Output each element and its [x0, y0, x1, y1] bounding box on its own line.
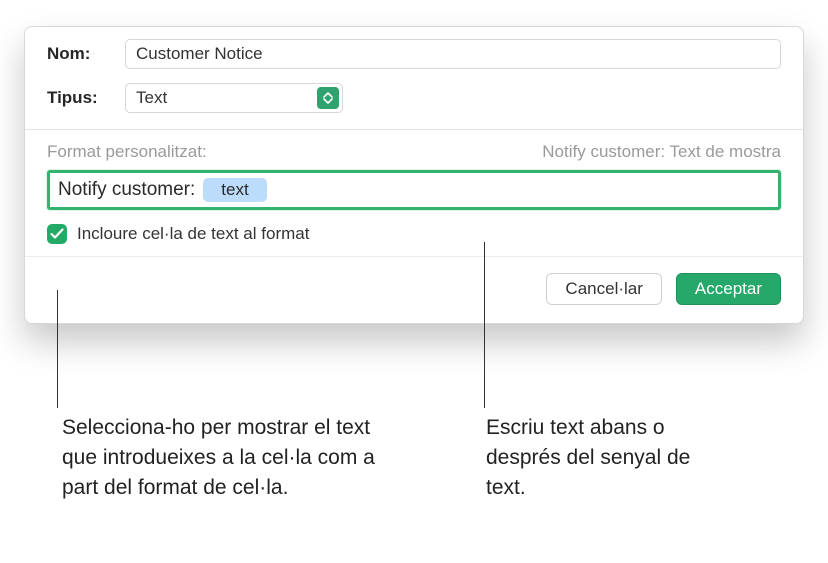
custom-format-dialog: Nom: Tipus: Text Format personalitzat: N…: [24, 26, 804, 324]
callout-line-right: [484, 242, 485, 408]
cancel-button[interactable]: Cancel·lar: [546, 273, 661, 305]
type-label: Tipus:: [47, 88, 125, 108]
callout-right-text: Escriu text abans o després del senyal d…: [486, 413, 726, 502]
checkmark-icon: [50, 228, 64, 240]
include-text-row: Incloure cel·la de text al format: [25, 210, 803, 256]
type-row: Tipus: Text: [25, 69, 803, 113]
name-label: Nom:: [47, 44, 125, 64]
type-select-value: Text: [136, 88, 167, 108]
callout-left-text: Selecciona-ho per mostrar el text que in…: [62, 413, 382, 502]
format-input[interactable]: Notify customer: text: [47, 170, 781, 210]
section-header: Format personalitzat: Notify customer: T…: [47, 142, 781, 162]
include-text-label: Incloure cel·la de text al format: [77, 224, 309, 244]
name-input[interactable]: [125, 39, 781, 69]
chevron-updown-icon: [317, 87, 339, 109]
accept-button[interactable]: Acceptar: [676, 273, 781, 305]
text-token[interactable]: text: [203, 178, 266, 202]
name-row: Nom:: [25, 27, 803, 69]
sample-text: Notify customer: Text de mostra: [542, 142, 781, 162]
include-text-checkbox[interactable]: [47, 224, 67, 244]
format-prefix-text: Notify customer:: [58, 179, 195, 201]
type-select[interactable]: Text: [125, 83, 343, 113]
custom-format-section: Format personalitzat: Notify customer: T…: [25, 130, 803, 210]
callout-line-left: [57, 290, 58, 408]
button-row: Cancel·lar Acceptar: [25, 256, 803, 315]
custom-format-label: Format personalitzat:: [47, 142, 207, 162]
